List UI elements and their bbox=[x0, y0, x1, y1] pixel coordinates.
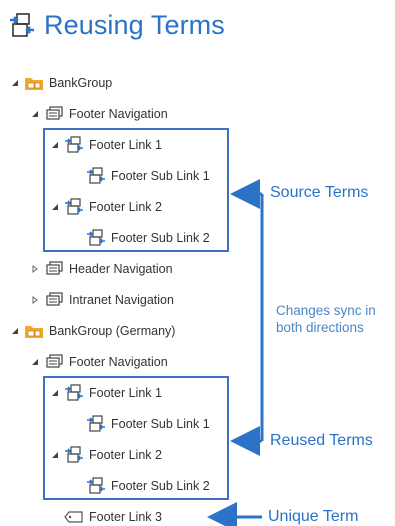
term-set-icon bbox=[44, 105, 64, 123]
expanded-triangle-icon[interactable] bbox=[10, 79, 20, 87]
tree-label: Footer Navigation bbox=[69, 107, 168, 121]
tree-node-footer-navigation[interactable]: Footer Navigation bbox=[30, 105, 168, 123]
expanded-triangle-icon[interactable] bbox=[10, 327, 20, 335]
tree-node-header-navigation[interactable]: Header Navigation bbox=[30, 260, 173, 278]
collapsed-triangle-icon[interactable] bbox=[30, 296, 40, 304]
reused-terms-label: Reused Terms bbox=[270, 432, 373, 449]
term-set-icon bbox=[44, 353, 64, 371]
tree-label: Intranet Navigation bbox=[69, 293, 174, 307]
tree-label: Footer Navigation bbox=[69, 355, 168, 369]
tree-label: Footer Link 3 bbox=[89, 510, 162, 524]
source-terms-box bbox=[43, 128, 229, 252]
tree-node-bankgroup[interactable]: BankGroup bbox=[10, 74, 112, 92]
term-icon bbox=[64, 508, 84, 526]
folder-group-icon bbox=[24, 322, 44, 340]
source-terms-label: Source Terms bbox=[270, 184, 369, 201]
page-title: Reusing Terms bbox=[44, 10, 225, 40]
reused-terms-box bbox=[43, 376, 229, 500]
reused-term-icon bbox=[8, 12, 36, 40]
tree-label: Header Navigation bbox=[69, 262, 173, 276]
folder-group-icon bbox=[24, 74, 44, 92]
term-set-icon bbox=[44, 260, 64, 278]
unique-term-label: Unique Term bbox=[268, 508, 359, 525]
tree-node-intranet-navigation[interactable]: Intranet Navigation bbox=[30, 291, 174, 309]
tree-node-footer-link-3[interactable]: Footer Link 3 bbox=[64, 508, 162, 526]
tree-label: BankGroup bbox=[49, 76, 113, 90]
tree-label: BankGroup (Germany) bbox=[49, 324, 176, 338]
sync-note: Changes sync in both directions bbox=[276, 302, 376, 336]
collapsed-triangle-icon[interactable] bbox=[30, 265, 40, 273]
expanded-triangle-icon[interactable] bbox=[30, 110, 40, 118]
expanded-triangle-icon[interactable] bbox=[30, 358, 40, 366]
page-header: Reusing Terms bbox=[8, 10, 225, 41]
sync-note-line-2: both directions bbox=[276, 320, 364, 335]
sync-note-line-1: Changes sync in bbox=[276, 303, 376, 318]
term-set-icon bbox=[44, 291, 64, 309]
tree-node-footer-navigation-2[interactable]: Footer Navigation bbox=[30, 353, 168, 371]
tree-node-bankgroup-germany[interactable]: BankGroup (Germany) bbox=[10, 322, 175, 340]
